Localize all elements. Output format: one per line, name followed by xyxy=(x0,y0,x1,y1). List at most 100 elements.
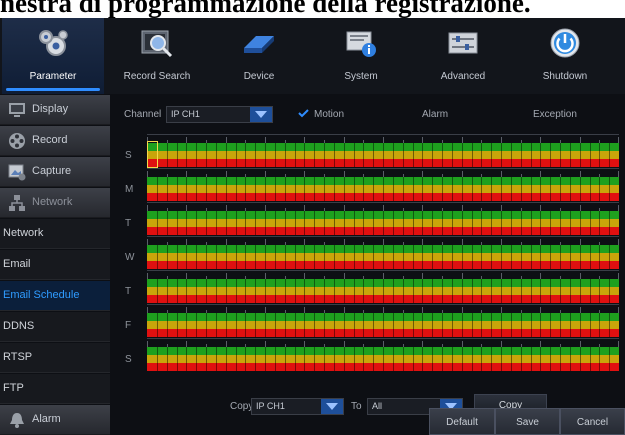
sidebar-item-alarm[interactable]: Alarm xyxy=(0,405,110,435)
slot-divider xyxy=(560,177,561,201)
slot-divider xyxy=(354,347,355,371)
tab-parameter-label: Parameter xyxy=(29,71,77,82)
slot-divider xyxy=(599,177,600,201)
slot-divider xyxy=(314,211,315,235)
slot-divider xyxy=(354,177,355,201)
sidebar-item-network[interactable]: Network xyxy=(0,219,110,249)
slot-divider xyxy=(167,279,168,303)
slot-divider xyxy=(550,245,551,269)
slot-divider xyxy=(344,347,345,371)
slot-divider xyxy=(521,177,522,201)
day-row[interactable] xyxy=(147,134,619,167)
slot-divider xyxy=(363,245,364,269)
slot-divider xyxy=(550,143,551,167)
motion-check-icon[interactable] xyxy=(298,109,309,118)
dvr-window: Parameter Record Search Device System Ad… xyxy=(0,18,625,435)
slot-divider xyxy=(324,313,325,337)
sidebar-item-display[interactable]: Display xyxy=(0,95,110,125)
slot-divider xyxy=(275,279,276,303)
day-row[interactable] xyxy=(147,168,619,201)
hour-ruler xyxy=(147,338,619,347)
tab-parameter[interactable]: Parameter xyxy=(2,18,104,94)
slot-divider xyxy=(599,313,600,337)
slot-divider xyxy=(442,313,443,337)
day-row[interactable] xyxy=(147,338,619,371)
copy-label: Copy xyxy=(230,401,254,412)
slot-divider xyxy=(452,347,453,371)
slot-divider xyxy=(354,245,355,269)
slot-divider xyxy=(324,211,325,235)
slot-divider xyxy=(354,279,355,303)
film-reel-icon xyxy=(9,133,25,149)
slot-divider xyxy=(186,211,187,235)
slot-divider xyxy=(531,313,532,337)
slot-divider xyxy=(462,245,463,269)
slot-divider xyxy=(373,211,374,235)
slot-divider xyxy=(216,211,217,235)
slot-divider xyxy=(265,211,266,235)
sidebar-item-email-schedule[interactable]: Email Schedule xyxy=(0,281,110,311)
slot-divider xyxy=(403,211,404,235)
slot-divider xyxy=(285,279,286,303)
slot-divider xyxy=(157,313,158,337)
slot-divider xyxy=(422,211,423,235)
slot-divider xyxy=(354,211,355,235)
slot-divider xyxy=(314,279,315,303)
sidebar-item-network-group[interactable]: Network xyxy=(0,188,110,218)
slot-divider xyxy=(540,313,541,337)
slot-divider xyxy=(226,211,227,235)
slot-divider xyxy=(383,211,384,235)
slot-divider xyxy=(432,347,433,371)
sidebar-item-record[interactable]: Record xyxy=(0,126,110,156)
slot-divider xyxy=(265,347,266,371)
copy-from-select[interactable]: IP CH1 xyxy=(251,398,344,415)
sidebar-item-ftp[interactable]: FTP xyxy=(0,374,110,404)
sidebar-item-rtsp[interactable]: RTSP xyxy=(0,343,110,373)
slot-divider xyxy=(334,245,335,269)
slot-divider xyxy=(245,143,246,167)
slot-divider xyxy=(511,143,512,167)
tab-shutdown[interactable]: Shutdown xyxy=(514,18,616,94)
slot-divider xyxy=(442,245,443,269)
day-row[interactable] xyxy=(147,202,619,235)
slot-divider xyxy=(285,245,286,269)
slot-divider xyxy=(432,313,433,337)
slot-divider xyxy=(540,279,541,303)
day-row[interactable] xyxy=(147,304,619,337)
slot-divider xyxy=(255,313,256,337)
slot-divider xyxy=(304,177,305,201)
slot-divider xyxy=(295,211,296,235)
schedule-grid[interactable] xyxy=(147,134,619,374)
day-row[interactable] xyxy=(147,236,619,269)
slot-divider xyxy=(481,313,482,337)
slot-divider xyxy=(599,347,600,371)
tab-device[interactable]: Device xyxy=(208,18,310,94)
cancel-button[interactable]: Cancel xyxy=(560,408,625,435)
save-button[interactable]: Save xyxy=(495,408,560,435)
slot-divider xyxy=(245,245,246,269)
slot-divider xyxy=(521,279,522,303)
tab-device-label: Device xyxy=(243,71,275,82)
sidebar-item-label: RTSP xyxy=(3,351,33,363)
slot-divider xyxy=(157,279,158,303)
day-row[interactable] xyxy=(147,270,619,303)
channel-select-value: IP CH1 xyxy=(171,109,200,119)
slot-divider xyxy=(344,143,345,167)
slot-divider xyxy=(432,211,433,235)
tab-system[interactable]: System xyxy=(310,18,412,94)
slot-divider xyxy=(403,313,404,337)
sidebar-item-ddns[interactable]: DDNS xyxy=(0,312,110,342)
slot-divider xyxy=(609,245,610,269)
slot-divider xyxy=(196,143,197,167)
channel-label: Channel xyxy=(124,109,162,120)
channel-select[interactable]: IP CH1 xyxy=(166,106,273,123)
default-button[interactable]: Default xyxy=(429,408,495,435)
slot-divider xyxy=(206,347,207,371)
tab-record-search[interactable]: Record Search xyxy=(106,18,208,94)
sidebar-item-email[interactable]: Email xyxy=(0,250,110,280)
slot-divider xyxy=(334,143,335,167)
slot-divider xyxy=(393,347,394,371)
sidebar-item-capture[interactable]: Capture xyxy=(0,157,110,187)
tab-advanced[interactable]: Advanced xyxy=(412,18,514,94)
sidebar-item-label: FTP xyxy=(3,382,24,394)
